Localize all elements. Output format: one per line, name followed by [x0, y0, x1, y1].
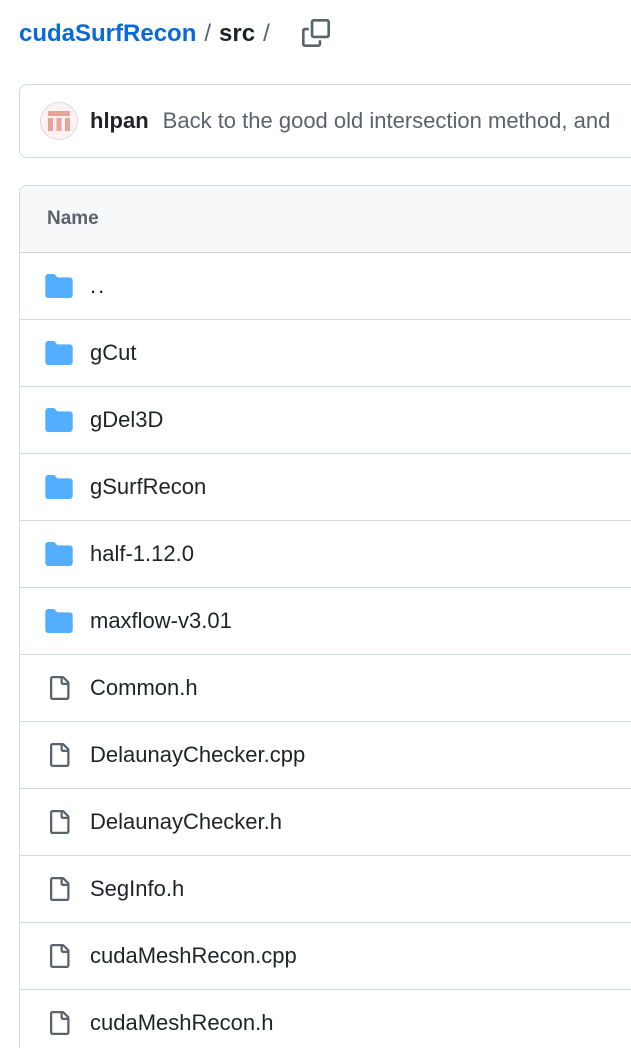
folder-icon — [44, 338, 74, 368]
file-row[interactable]: cudaMeshRecon.h — [20, 990, 631, 1048]
folder-row[interactable]: gCut — [20, 320, 631, 387]
file-name-link[interactable]: Common.h — [90, 675, 198, 701]
folder-row[interactable]: gDel3D — [20, 387, 631, 454]
breadcrumb-current-dir: src — [219, 20, 256, 47]
copy-path-button[interactable] — [296, 14, 336, 52]
folder-name-link[interactable]: maxflow-v3.01 — [90, 608, 232, 634]
breadcrumb-repo-link[interactable]: cudaSurfRecon — [19, 20, 196, 48]
file-name-link[interactable]: cudaMeshRecon.h — [90, 1010, 273, 1036]
avatar[interactable] — [40, 102, 78, 140]
column-header-name: Name — [47, 208, 99, 229]
folder-icon — [44, 472, 74, 502]
file-name-link[interactable]: DelaunayChecker.h — [90, 809, 282, 835]
identicon-icon — [41, 103, 77, 139]
folder-icon — [44, 271, 74, 301]
folder-name-link[interactable]: gSurfRecon — [90, 474, 206, 500]
file-icon — [44, 941, 74, 971]
file-row[interactable]: DelaunayChecker.h — [20, 789, 631, 856]
breadcrumb-separator: / — [204, 20, 212, 47]
file-row[interactable]: cudaMeshRecon.cpp — [20, 923, 631, 990]
file-row[interactable]: Common.h — [20, 655, 631, 722]
file-icon — [44, 874, 74, 904]
folder-name-link[interactable]: .. — [90, 273, 106, 299]
file-name-link[interactable]: cudaMeshRecon.cpp — [90, 943, 297, 969]
file-name-link[interactable]: DelaunayChecker.cpp — [90, 742, 305, 768]
file-table: Name .. gCut gDel3D gSurfRecon half-1.12.0 ma… — [19, 185, 631, 1048]
latest-commit-box: hlpan Back to the good old intersection … — [19, 84, 631, 158]
folder-name-link[interactable]: gDel3D — [90, 407, 163, 433]
file-browser-page: cudaSurfRecon / src / hlpan Back to the … — [0, 0, 631, 1048]
commit-message-link[interactable]: Back to the good old intersection method… — [163, 108, 611, 134]
folder-row[interactable]: maxflow-v3.01 — [20, 588, 631, 655]
file-icon — [44, 673, 74, 703]
file-list: .. gCut gDel3D gSurfRecon half-1.12.0 maxflow… — [20, 253, 631, 1048]
file-icon — [44, 807, 74, 837]
copy-icon — [302, 19, 330, 47]
file-icon — [44, 740, 74, 770]
breadcrumb: cudaSurfRecon / src / — [19, 16, 278, 52]
table-header: Name — [20, 186, 631, 253]
folder-row[interactable]: gSurfRecon — [20, 454, 631, 521]
file-name-link[interactable]: SegInfo.h — [90, 876, 184, 902]
file-row[interactable]: DelaunayChecker.cpp — [20, 722, 631, 789]
folder-name-link[interactable]: half-1.12.0 — [90, 541, 194, 567]
folder-row[interactable]: half-1.12.0 — [20, 521, 631, 588]
folder-row[interactable]: .. — [20, 253, 631, 320]
folder-icon — [44, 539, 74, 569]
folder-icon — [44, 606, 74, 636]
commit-author-link[interactable]: hlpan — [90, 108, 149, 134]
breadcrumb-separator: / — [263, 20, 270, 47]
folder-name-link[interactable]: gCut — [90, 340, 136, 366]
file-row[interactable]: SegInfo.h — [20, 856, 631, 923]
folder-icon — [44, 405, 74, 435]
file-icon — [44, 1008, 74, 1038]
